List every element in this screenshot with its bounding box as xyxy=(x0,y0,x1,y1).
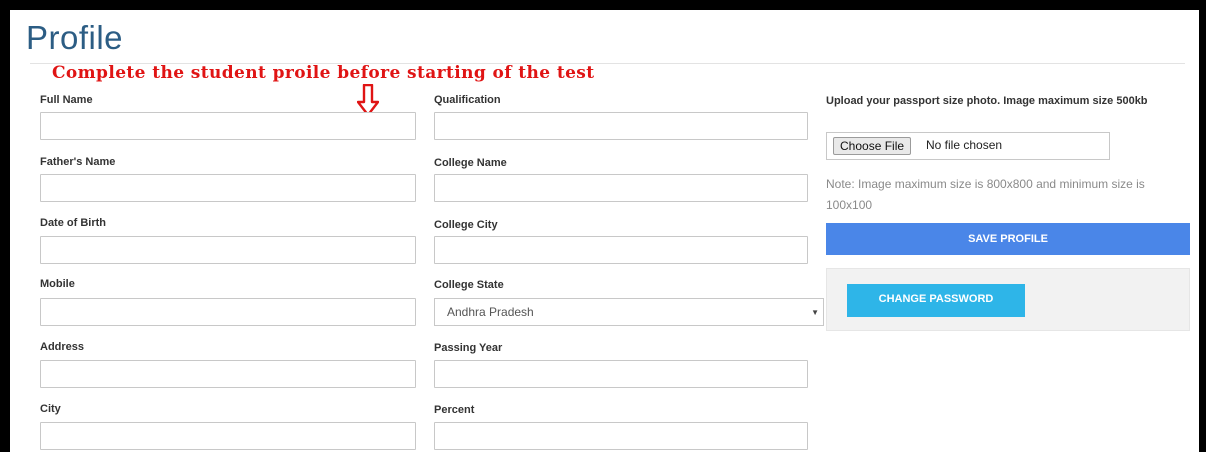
image-size-note: Note: Image maximum size is 800x800 and … xyxy=(826,177,1145,212)
passing-year-input[interactable] xyxy=(434,360,808,388)
change-password-button[interactable]: CHANGE PASSWORD xyxy=(847,284,1025,317)
college-name-input[interactable] xyxy=(434,174,808,202)
window-border xyxy=(1199,0,1206,452)
profile-page: Profile Complete the student proile befo… xyxy=(10,10,1206,452)
date-of-birth-input[interactable] xyxy=(40,236,416,264)
passing-year-label: Passing Year xyxy=(434,342,503,354)
college-state-selected: Andhra Pradesh xyxy=(447,305,534,319)
college-city-label: College City xyxy=(434,219,498,231)
qualification-input[interactable] xyxy=(434,112,808,140)
date-of-birth-label: Date of Birth xyxy=(40,217,106,229)
fathers-name-label: Father's Name xyxy=(40,156,116,168)
password-panel: CHANGE PASSWORD xyxy=(826,268,1190,331)
college-name-label: College Name xyxy=(434,157,507,169)
city-input[interactable] xyxy=(40,422,416,450)
mobile-label: Mobile xyxy=(40,278,75,290)
college-state-select[interactable]: Andhra Pradesh ▼ xyxy=(434,298,824,326)
save-profile-button[interactable]: SAVE PROFILE xyxy=(826,223,1190,255)
percent-label: Percent xyxy=(434,404,475,416)
page-title: Profile xyxy=(26,19,124,56)
address-input[interactable] xyxy=(40,360,416,388)
college-state-label: College State xyxy=(434,279,504,291)
percent-input[interactable] xyxy=(434,422,808,450)
address-label: Address xyxy=(40,341,85,353)
city-label: City xyxy=(40,403,61,415)
photo-upload-label: Upload your passport size photo. Image m… xyxy=(826,95,1148,107)
college-city-input[interactable] xyxy=(434,236,808,264)
full-name-input[interactable] xyxy=(40,112,416,140)
photo-file-input[interactable]: Choose File No file chosen xyxy=(826,132,1110,160)
fathers-name-input[interactable] xyxy=(40,174,416,202)
choose-file-button[interactable]: Choose File xyxy=(833,137,912,155)
file-status: No file chosen xyxy=(926,138,1003,152)
qualification-label: Qualification xyxy=(434,94,501,106)
caret-down-icon: ▼ xyxy=(811,308,819,317)
instruction-annotation: Complete the student proile before start… xyxy=(52,63,595,83)
full-name-label: Full Name xyxy=(40,94,93,106)
mobile-input[interactable] xyxy=(40,298,416,326)
